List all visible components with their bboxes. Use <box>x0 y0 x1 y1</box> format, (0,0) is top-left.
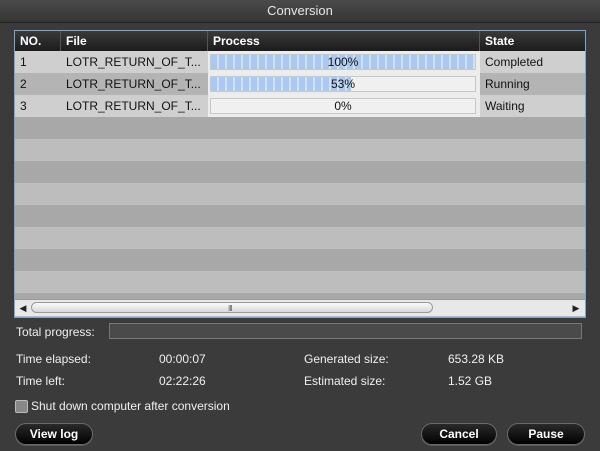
row-file-name: LOTR_RETURN_OF_T... <box>66 77 201 91</box>
empty-row <box>15 183 585 205</box>
conversion-window: Conversion NO. File Process State 1 LOTR… <box>0 0 600 451</box>
time-elapsed-value: 00:00:07 <box>159 352 206 366</box>
row-progress-bar: 100% <box>210 54 476 70</box>
cancel-button[interactable]: Cancel <box>421 423 497 445</box>
horizontal-scrollbar[interactable]: ◀ III ▶ <box>15 299 585 316</box>
title-bar[interactable]: Conversion <box>0 0 600 23</box>
time-elapsed-label: Time elapsed: <box>16 352 91 366</box>
total-progress-label: Total progress: <box>16 325 95 339</box>
table-row[interactable]: 2 LOTR_RETURN_OF_T... 53% Running <box>15 73 585 95</box>
header-no[interactable]: NO. <box>15 31 61 51</box>
row-progress-cell: 0% <box>208 95 480 117</box>
table-row[interactable]: 1 LOTR_RETURN_OF_T... 100% Completed <box>15 51 585 73</box>
row-progress-bar: 0% <box>210 98 476 114</box>
row-progress-bar: 53% <box>210 76 476 92</box>
scroll-left-icon[interactable]: ◀ <box>17 302 29 314</box>
total-progress-bar <box>109 323 582 339</box>
view-log-button[interactable]: View log <box>15 423 93 445</box>
row-progress-label: 100% <box>327 55 359 69</box>
shutdown-checkbox[interactable] <box>15 400 28 413</box>
window-title: Conversion <box>267 3 333 18</box>
estimated-size-value: 1.52 GB <box>448 374 493 388</box>
generated-size-label: Generated size: <box>304 352 389 366</box>
row-file-name: LOTR_RETURN_OF_T... <box>66 99 201 113</box>
row-file-name: LOTR_RETURN_OF_T... <box>66 55 201 69</box>
row-progress-cell: 100% <box>208 51 480 73</box>
shutdown-label[interactable]: Shut down computer after conversion <box>31 399 230 413</box>
pause-button[interactable]: Pause <box>507 423 585 445</box>
header-file[interactable]: File <box>61 31 208 51</box>
scroll-right-icon[interactable]: ▶ <box>570 302 582 314</box>
empty-row <box>15 271 585 293</box>
empty-row <box>15 161 585 183</box>
header-process[interactable]: Process <box>208 31 480 51</box>
generated-size-value: 653.28 KB <box>448 352 505 366</box>
scroll-grip: III <box>228 304 233 313</box>
table-row[interactable]: 3 LOTR_RETURN_OF_T... 0% Waiting <box>15 95 585 117</box>
conversion-table: NO. File Process State 1 LOTR_RETURN_OF_… <box>14 30 586 318</box>
row-state: Waiting <box>485 99 525 113</box>
time-left-value: 02:22:26 <box>159 374 206 388</box>
empty-row <box>15 227 585 249</box>
scroll-thumb[interactable]: III <box>31 302 433 313</box>
empty-row <box>15 117 585 139</box>
row-number: 3 <box>20 99 27 113</box>
row-progress-label: 53% <box>330 77 356 91</box>
table-header: NO. File Process State <box>15 31 585 51</box>
header-state[interactable]: State <box>480 31 585 51</box>
row-number: 2 <box>20 77 27 91</box>
empty-row <box>15 249 585 271</box>
row-state: Completed <box>485 55 544 69</box>
empty-row <box>15 139 585 161</box>
row-progress-label: 0% <box>334 99 352 113</box>
time-left-label: Time left: <box>16 374 65 388</box>
row-progress-cell: 53% <box>208 73 480 95</box>
row-state: Running <box>485 77 530 91</box>
row-number: 1 <box>20 55 27 69</box>
empty-row <box>15 205 585 227</box>
estimated-size-label: Estimated size: <box>304 374 386 388</box>
